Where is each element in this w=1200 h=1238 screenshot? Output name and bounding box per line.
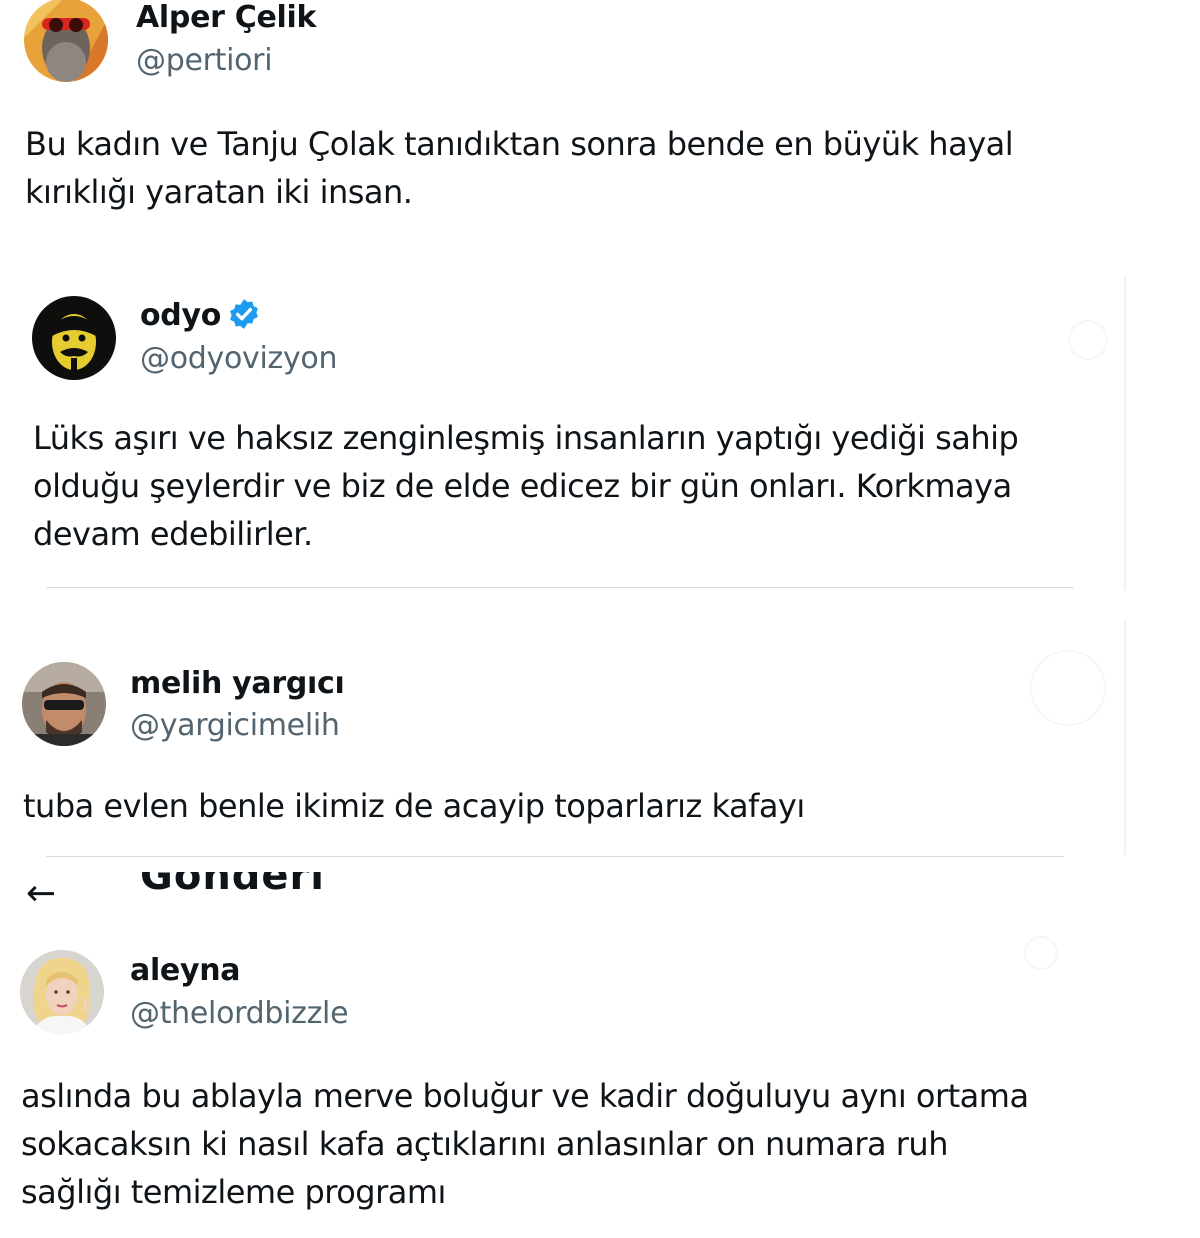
tweet-text-line: aslında bu ablayla merve boluğur ve kadi… [21,1077,1029,1115]
author-handle[interactable]: @thelordbizzle [130,996,349,1032]
tweet-text-line: sokacaksın ki nasıl kafa açtıklarını anl… [21,1125,948,1163]
tweet-text-line: sağlığı temizleme programı [21,1173,446,1211]
avatar[interactable] [20,950,104,1034]
more-options-icon[interactable] [1024,936,1058,970]
tweet-aleyna[interactable]: aleyna @thelordbizzle aslında bu ablayla… [0,0,1200,1238]
author-name[interactable]: aleyna [130,953,241,989]
tweet-text: aslında bu ablayla merve boluğur ve kadi… [21,1072,1029,1216]
